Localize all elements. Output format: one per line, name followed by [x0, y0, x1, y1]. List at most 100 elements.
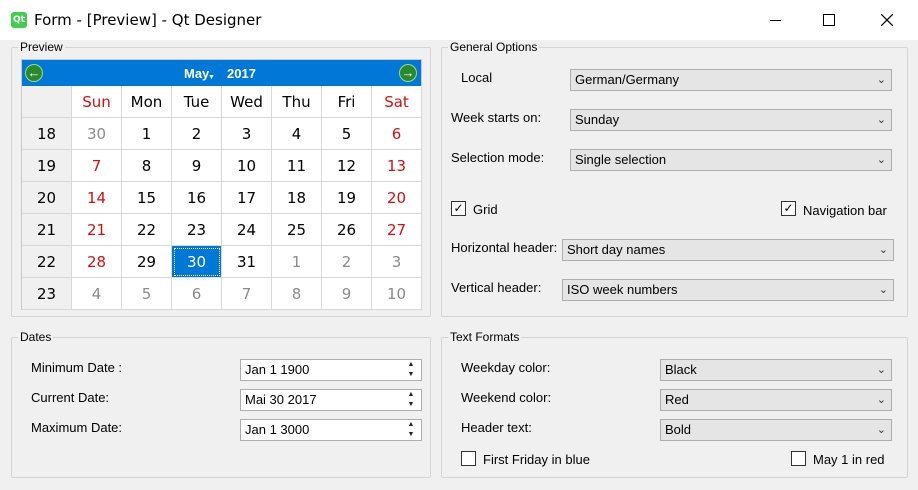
spin-down-icon[interactable]: ▼	[408, 431, 415, 439]
chevron-down-icon: ⌄	[878, 244, 888, 256]
calendar-year-button[interactable]: 2017	[227, 66, 256, 81]
calendar-day-cell[interactable]: 2	[322, 246, 372, 278]
chevron-down-icon: ⌄	[876, 114, 886, 126]
week-starts-label: Week starts on:	[451, 110, 542, 125]
calendar-day-cell[interactable]: 12	[322, 150, 372, 182]
calendar-day-cell[interactable]: 7	[222, 278, 272, 310]
calendar-day-cell[interactable]: 24	[222, 214, 272, 246]
vertical-header-label: Vertical header:	[451, 280, 542, 295]
calendar-day-cell[interactable]: 5	[322, 118, 372, 150]
spin-buttons[interactable]: ▲ ▼	[402, 361, 420, 379]
calendar-day-cell[interactable]: 9	[322, 278, 372, 310]
calendar-day-cell[interactable]: 1	[122, 118, 172, 150]
calendar-day-cell[interactable]: 28	[72, 246, 122, 278]
calendar-day-cell[interactable]: 3	[372, 246, 422, 278]
calendar-day-cell[interactable]: 17	[222, 182, 272, 214]
calendar-day-cell[interactable]: 3	[222, 118, 272, 150]
may1-label: May 1 in red	[813, 452, 885, 467]
header-text-value: Bold	[665, 422, 692, 437]
calendar-day-cell[interactable]: 29	[122, 246, 172, 278]
calendar-day-cell[interactable]: 11	[272, 150, 322, 182]
selection-mode-combo[interactable]: Single selection ⌄	[570, 149, 892, 171]
navigation-bar-checkbox[interactable]: ✓	[781, 201, 796, 216]
minimum-date-edit[interactable]: Jan 1 1900 ▲ ▼	[240, 359, 422, 381]
spin-buttons[interactable]: ▲ ▼	[402, 421, 420, 439]
calendar-day-cell[interactable]: 31	[222, 246, 272, 278]
horizontal-header-combo[interactable]: Short day names ⌄	[562, 239, 894, 261]
calendar-day-cell[interactable]: 7	[72, 150, 122, 182]
calendar-month-button[interactable]: May	[184, 66, 209, 81]
close-button[interactable]	[860, 0, 914, 40]
month-dropdown-icon: ▼	[208, 74, 215, 81]
next-month-button[interactable]: →	[399, 64, 417, 82]
calendar-day-cell[interactable]: 30	[172, 246, 222, 278]
calendar-week-number: 23	[22, 278, 72, 310]
spin-up-icon[interactable]: ▲	[408, 361, 415, 369]
weekend-color-label: Weekend color:	[461, 390, 552, 405]
calendar-day-header: Sat	[372, 86, 422, 118]
calendar-day-cell[interactable]: 22	[122, 214, 172, 246]
calendar-week-number: 22	[22, 246, 72, 278]
spin-up-icon[interactable]: ▲	[408, 391, 415, 399]
calendar-day-cell[interactable]: 25	[272, 214, 322, 246]
calendar-day-cell[interactable]: 14	[72, 182, 122, 214]
maximize-icon	[823, 14, 835, 26]
calendar-day-cell[interactable]: 5	[122, 278, 172, 310]
maximize-button[interactable]	[802, 0, 856, 40]
grid-checkbox[interactable]: ✓	[451, 201, 466, 216]
calendar-widget[interactable]: ← May ▼ 2017 → Sun Mon Tue Wed Thu Fri Sat 18 30…	[21, 59, 422, 310]
local-combo[interactable]: German/Germany ⌄	[570, 69, 892, 91]
weekday-color-value: Black	[665, 362, 697, 377]
spin-down-icon[interactable]: ▼	[408, 371, 415, 379]
calendar-day-cell[interactable]: 23	[172, 214, 222, 246]
vertical-header-combo[interactable]: ISO week numbers ⌄	[562, 279, 894, 301]
weekday-color-label: Weekday color:	[461, 360, 551, 375]
header-text-combo[interactable]: Bold ⌄	[660, 419, 892, 441]
spin-buttons[interactable]: ▲ ▼	[402, 391, 420, 409]
calendar-day-cell[interactable]: 9	[172, 150, 222, 182]
chevron-down-icon: ⌄	[876, 74, 886, 86]
weekend-color-combo[interactable]: Red ⌄	[660, 389, 892, 411]
calendar-day-cell[interactable]: 1	[272, 246, 322, 278]
calendar-day-cell[interactable]: 20	[372, 182, 422, 214]
calendar-day-cell[interactable]: 27	[372, 214, 422, 246]
spin-down-icon[interactable]: ▼	[408, 401, 415, 409]
calendar-day-cell[interactable]: 6	[172, 278, 222, 310]
grid-label: Grid	[473, 202, 498, 217]
general-options-title: General Options	[448, 40, 540, 54]
horizontal-header-combo-value: Short day names	[567, 242, 666, 257]
right-arrow-icon: →	[401, 65, 415, 80]
weekday-color-combo[interactable]: Black ⌄	[660, 359, 892, 381]
calendar-day-cell[interactable]: 4	[272, 118, 322, 150]
current-date-edit[interactable]: Mai 30 2017 ▲ ▼	[240, 389, 422, 411]
calendar-day-cell[interactable]: 10	[372, 278, 422, 310]
minimize-button[interactable]	[748, 0, 802, 40]
calendar-day-cell[interactable]: 18	[272, 182, 322, 214]
vertical-header-combo-value: ISO week numbers	[567, 282, 678, 297]
chevron-down-icon: ⌄	[876, 154, 886, 166]
navigation-bar-label: Navigation bar	[803, 203, 887, 218]
calendar-day-cell[interactable]: 4	[72, 278, 122, 310]
calendar-day-cell[interactable]: 19	[322, 182, 372, 214]
calendar-day-cell[interactable]: 13	[372, 150, 422, 182]
week-starts-combo[interactable]: Sunday ⌄	[570, 109, 892, 131]
calendar-day-cell[interactable]: 2	[172, 118, 222, 150]
calendar-day-cell[interactable]: 8	[272, 278, 322, 310]
calendar-day-cell[interactable]: 16	[172, 182, 222, 214]
calendar-day-cell[interactable]: 10	[222, 150, 272, 182]
calendar-day-cell[interactable]: 6	[372, 118, 422, 150]
calendar-day-cell[interactable]: 30	[72, 118, 122, 150]
calendar-day-cell[interactable]: 21	[72, 214, 122, 246]
calendar-day-cell[interactable]: 15	[122, 182, 172, 214]
calendar-day-header: Thu	[272, 86, 322, 118]
previous-month-button[interactable]: ←	[25, 64, 43, 82]
calendar-day-header: Mon	[122, 86, 172, 118]
horizontal-header-label: Horizontal header:	[451, 240, 558, 255]
first-friday-checkbox[interactable]	[461, 451, 476, 466]
spin-up-icon[interactable]: ▲	[408, 421, 415, 429]
calendar-day-header: Wed	[222, 86, 272, 118]
maximum-date-edit[interactable]: Jan 1 3000 ▲ ▼	[240, 419, 422, 441]
calendar-day-cell[interactable]: 8	[122, 150, 172, 182]
may1-checkbox[interactable]	[791, 451, 806, 466]
calendar-day-cell[interactable]: 26	[322, 214, 372, 246]
